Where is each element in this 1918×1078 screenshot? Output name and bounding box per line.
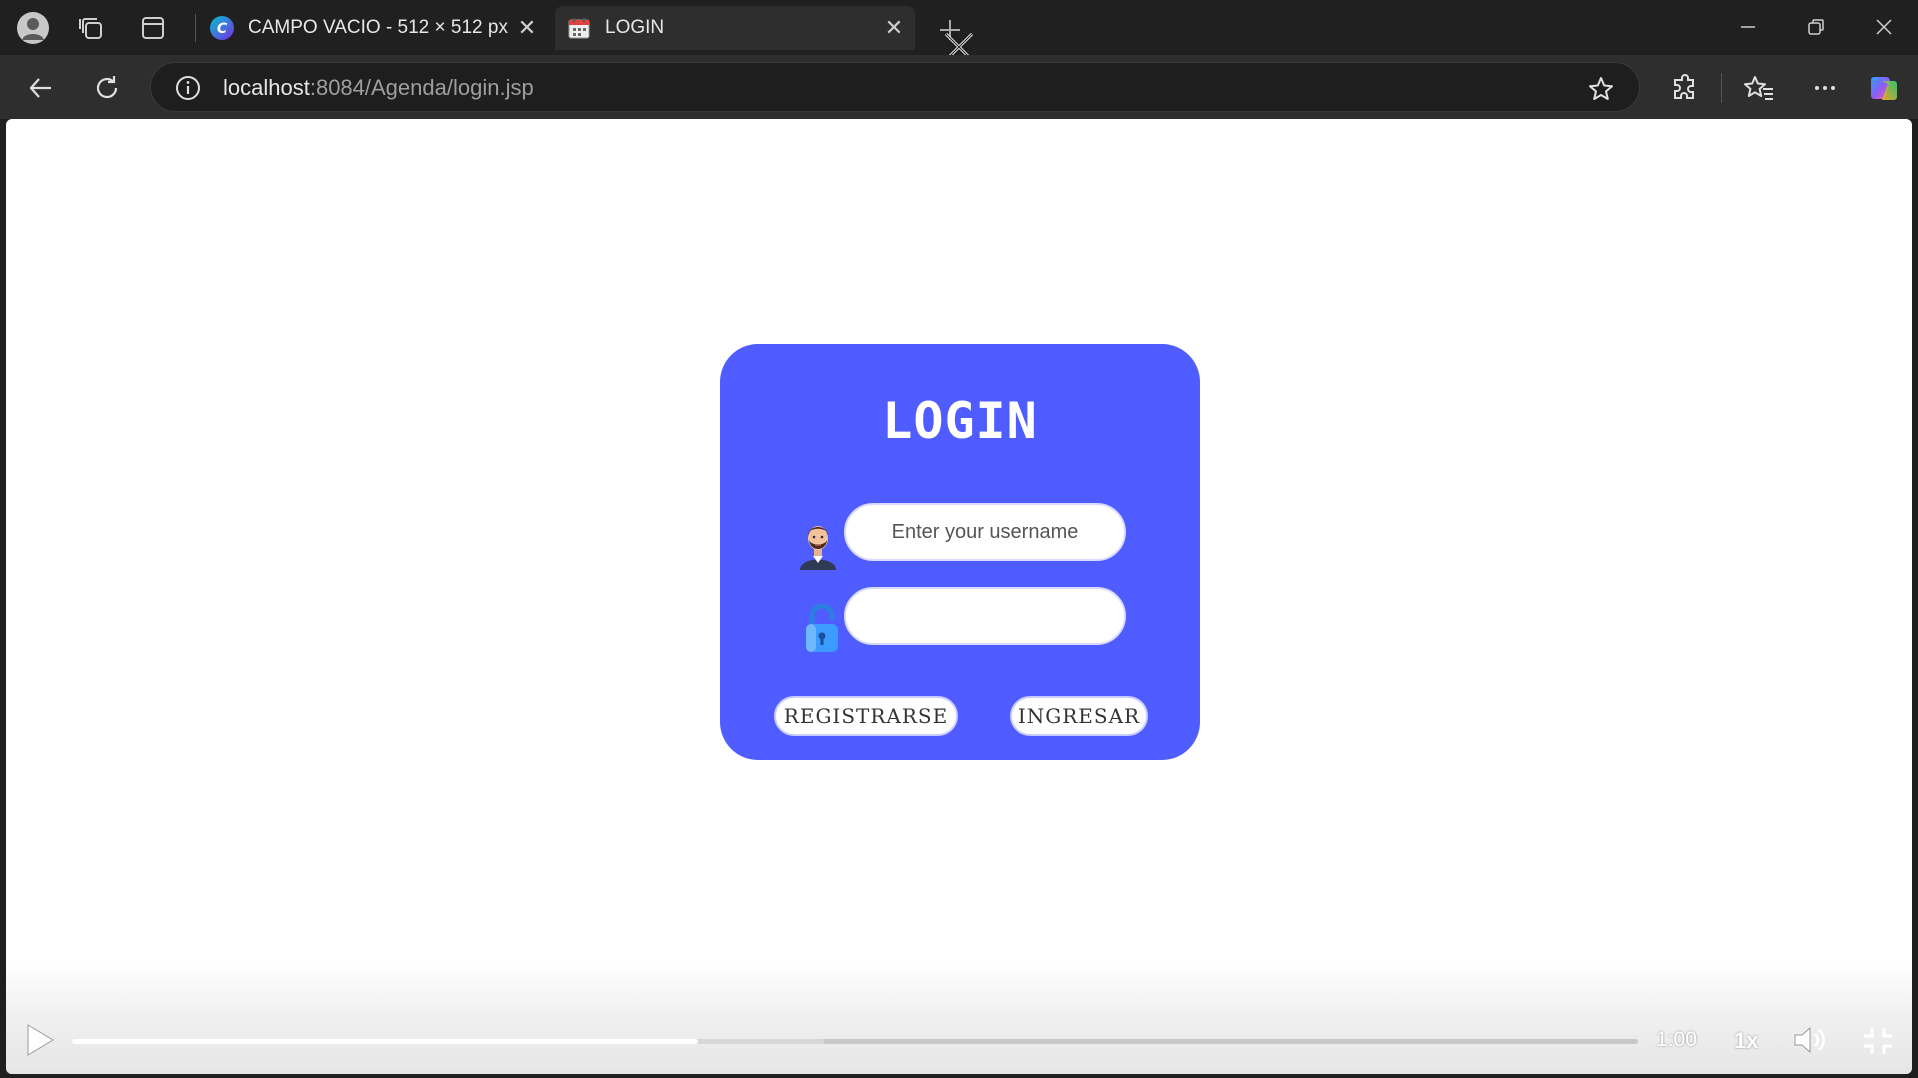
extensions-icon[interactable] <box>1664 67 1706 109</box>
lock-icon <box>806 603 838 652</box>
password-input[interactable] <box>844 587 1126 645</box>
progress-bar[interactable] <box>72 1039 1638 1044</box>
calendar-icon <box>568 18 590 39</box>
page-viewport: LOGIN REGISTRARSE INGRESAR <box>6 119 1912 1074</box>
login-card: LOGIN REGISTRARSE INGRESAR <box>720 344 1200 760</box>
url-path: :8084/Agenda/login.jsp <box>309 75 534 100</box>
video-player-controls: 1:00 1x <box>6 964 1912 1074</box>
tab-close-icon[interactable]: ✕ <box>512 15 542 41</box>
address-bar[interactable]: localhost:8084/Agenda/login.jsp <box>150 62 1640 112</box>
site-info-icon[interactable] <box>175 75 201 101</box>
exit-fullscreen-icon[interactable] <box>1862 1026 1894 1056</box>
minimize-icon[interactable] <box>1720 8 1776 46</box>
tab-divider <box>195 14 196 42</box>
workspaces-icon[interactable] <box>72 10 110 46</box>
user-avatar-icon <box>800 526 836 570</box>
username-input[interactable] <box>844 503 1126 561</box>
login-button[interactable]: INGRESAR <box>1010 696 1148 736</box>
time-label: 1:00 <box>1656 1028 1697 1051</box>
login-title: LOGIN <box>882 392 1038 450</box>
vertical-tabs-icon[interactable] <box>134 10 172 46</box>
browser-toolbar: localhost:8084/Agenda/login.jsp <box>0 55 1918 119</box>
toolbar-divider <box>1721 73 1722 103</box>
playback-speed-button[interactable]: 1x <box>1734 1028 1758 1054</box>
progress-played <box>72 1039 699 1044</box>
favorites-icon[interactable] <box>1738 67 1780 109</box>
url-host: localhost <box>223 75 310 100</box>
register-button[interactable]: REGISTRARSE <box>774 696 958 736</box>
tab-title: LOGIN <box>605 17 665 38</box>
url-text[interactable]: localhost:8084/Agenda/login.jsp <box>223 75 534 101</box>
play-icon[interactable] <box>24 1022 56 1058</box>
back-arrow-icon[interactable] <box>20 67 62 109</box>
tab-title: CAMPO VACIO - 512 × 512 px - C <box>248 17 512 38</box>
profile-avatar-icon[interactable] <box>14 10 52 46</box>
tab-close-icon[interactable]: ✕ <box>879 15 909 41</box>
refresh-icon[interactable] <box>86 67 128 109</box>
volume-icon[interactable] <box>1792 1024 1828 1056</box>
copilot-icon[interactable] <box>1864 67 1906 109</box>
svg-text:C: C <box>217 21 228 37</box>
tab-canva[interactable]: C CAMPO VACIO - 512 × 512 px - C ✕ <box>198 6 548 50</box>
restore-icon[interactable] <box>1788 8 1844 46</box>
tab-login[interactable]: LOGIN ✕ <box>555 6 915 50</box>
more-menu-icon[interactable] <box>1804 67 1846 109</box>
canva-icon: C <box>210 16 234 40</box>
favorite-star-icon[interactable] <box>1587 75 1615 103</box>
window-close-icon[interactable] <box>1856 8 1912 46</box>
